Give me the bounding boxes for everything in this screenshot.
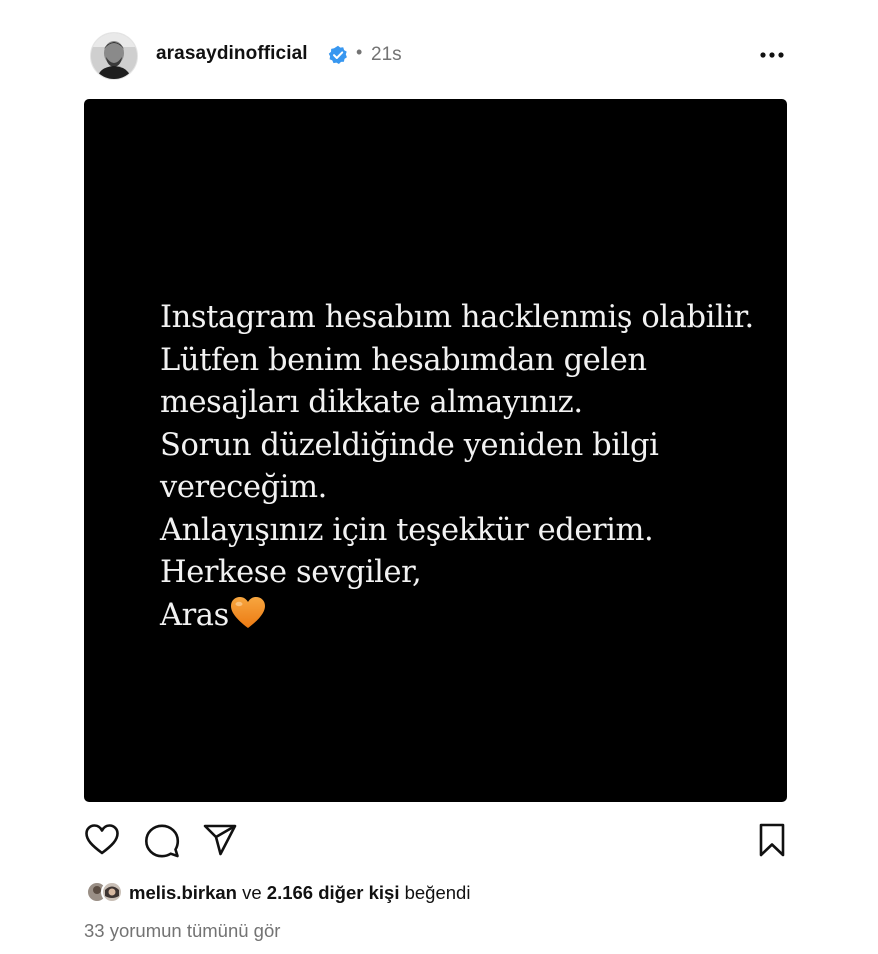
share-button[interactable]	[202, 822, 238, 858]
likes-count[interactable]: 2.166 diğer kişi	[267, 882, 400, 903]
username[interactable]: arasaydinofficial	[156, 43, 308, 65]
post-image[interactable]: Instagram hesabım hacklenmiş olabilir. L…	[84, 99, 787, 802]
image-text-line: vereceğim.	[160, 470, 327, 505]
more-horizontal-icon	[760, 52, 784, 58]
image-text-line: Instagram hesabım hacklenmiş olabilir.	[160, 300, 754, 335]
post-image-text: Instagram hesabım hacklenmiş olabilir. L…	[160, 297, 780, 642]
image-text-line: Sorun düzeldiğinde yeniden bilgi	[160, 427, 659, 463]
image-text-line: Lütfen benim hesabımdan gelen	[160, 342, 647, 378]
post-actions-bar	[84, 818, 789, 862]
image-text-line: mesajları dikkate almayınız.	[160, 385, 583, 420]
time-separator: •	[356, 42, 363, 62]
liker-avatars-icon	[86, 881, 123, 903]
image-text-line-signature: Aras	[160, 595, 780, 643]
liker-avatars[interactable]	[86, 880, 126, 904]
orange-heart-icon	[230, 596, 266, 643]
likes-text: melis.birkan ve 2.166 diğer kişi beğendi	[129, 882, 470, 904]
liker-username[interactable]: melis.birkan	[129, 882, 237, 903]
likes-connector: ve	[242, 882, 262, 903]
save-button[interactable]	[754, 822, 790, 858]
image-text-line: Anlayışınız için teşekkür ederim.	[160, 512, 654, 548]
view-all-comments-link[interactable]: 33 yorumun tümünü gör	[84, 920, 280, 942]
post-header: arasaydinofficial • 21s	[88, 30, 788, 80]
heart-outline-icon	[85, 824, 119, 855]
send-paper-plane-icon	[203, 824, 237, 856]
verified-badge-icon	[328, 45, 348, 65]
image-text-line: Herkese sevgiler,	[160, 555, 422, 590]
comment-button[interactable]	[144, 822, 180, 858]
signature-text: Aras	[160, 597, 229, 633]
bookmark-outline-icon	[759, 823, 785, 857]
post-time[interactable]: 21s	[371, 44, 402, 66]
instagram-post: arasaydinofficial • 21s Instagram hesabı…	[0, 0, 878, 954]
like-button[interactable]	[84, 822, 120, 858]
avatar-photo-icon	[91, 33, 137, 79]
likes-suffix: beğendi	[404, 882, 471, 903]
comment-bubble-icon	[145, 824, 180, 858]
avatar[interactable]	[90, 32, 138, 80]
more-options-button[interactable]	[756, 44, 790, 66]
